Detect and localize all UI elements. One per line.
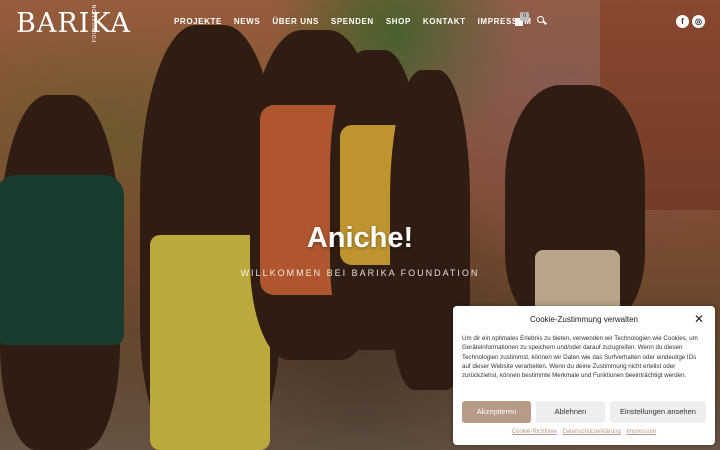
- main-nav: PROJEKTE NEWS ÜBER UNS SPENDEN SHOP KONT…: [174, 17, 531, 26]
- privacy-policy-link[interactable]: Datenschutzerklärung: [562, 429, 620, 435]
- nav-item-spenden[interactable]: SPENDEN: [331, 17, 374, 26]
- facebook-icon[interactable]: f: [676, 15, 689, 28]
- site-header: BARIKA FOUNDATION PROJEKTE NEWS ÜBER UNS…: [0, 0, 720, 46]
- cart-icon[interactable]: 0: [515, 12, 529, 27]
- cookie-dialog-text: Um dir ein optimales Erlebnis zu bieten,…: [462, 335, 698, 380]
- hero-title: Aniche!: [306, 222, 414, 254]
- cookie-dialog-title: Cookie-Zustimmung verwalten: [529, 315, 639, 324]
- settings-button[interactable]: Einstellungen ansehen: [610, 401, 706, 423]
- site-logo[interactable]: BARIKA: [16, 8, 131, 39]
- close-icon[interactable]: ✕: [694, 313, 704, 325]
- deny-button[interactable]: Ablehnen: [536, 401, 605, 423]
- nav-item-kontakt[interactable]: KONTAKT: [423, 17, 466, 26]
- instagram-icon[interactable]: ◎: [692, 15, 705, 28]
- cookie-links: Cookie-Richtlinie Datenschutzerklärung I…: [453, 429, 715, 435]
- logo-subtitle: FOUNDATION: [92, 4, 98, 42]
- cart-count-badge: 0: [520, 12, 529, 21]
- cookie-consent-dialog: Cookie-Zustimmung verwalten ✕ Um dir ein…: [453, 306, 715, 445]
- nav-item-news[interactable]: NEWS: [234, 17, 260, 26]
- nav-item-ueber-uns[interactable]: ÜBER UNS: [272, 17, 319, 26]
- search-icon[interactable]: [537, 16, 547, 26]
- imprint-link[interactable]: Impressum: [627, 429, 657, 435]
- cookie-policy-link[interactable]: Cookie-Richtlinie: [512, 429, 557, 435]
- hero-subtitle: WILLKOMMEN BEI BARIKA FOUNDATION: [240, 268, 480, 278]
- accept-button[interactable]: Akzeptieren: [462, 401, 531, 423]
- nav-item-shop[interactable]: SHOP: [386, 17, 411, 26]
- nav-item-projekte[interactable]: PROJEKTE: [174, 17, 222, 26]
